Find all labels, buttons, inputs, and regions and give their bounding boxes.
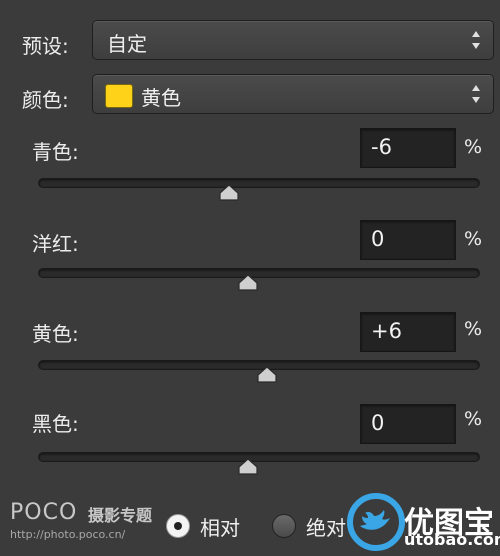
slider-thumb-icon[interactable] xyxy=(218,184,240,202)
color-swatch xyxy=(105,84,133,108)
cyan-percent: % xyxy=(464,136,483,158)
watermark-utobao-url: utobao.com xyxy=(404,530,500,549)
updown-arrows-icon xyxy=(471,30,481,50)
yellow-percent: % xyxy=(464,318,483,340)
magenta-value-field[interactable]: 0 xyxy=(360,220,456,260)
colors-label: 颜色: xyxy=(22,88,69,112)
colors-value: 黄色 xyxy=(141,86,181,110)
watermark-poco-sub: 摄影专题 xyxy=(88,506,153,525)
cyan-value-field[interactable]: -6 xyxy=(360,128,456,168)
black-percent: % xyxy=(464,408,483,430)
magenta-percent: % xyxy=(464,228,483,250)
preset-label: 预设: xyxy=(22,34,69,58)
magenta-label: 洋红: xyxy=(32,232,79,256)
relative-radio[interactable] xyxy=(166,514,190,538)
magenta-slider-track[interactable] xyxy=(38,268,480,278)
black-value-field[interactable]: 0 xyxy=(360,404,456,444)
absolute-label: 绝对 xyxy=(306,516,346,540)
cyan-label: 青色: xyxy=(32,140,79,164)
colors-select[interactable]: 黄色 xyxy=(92,74,494,114)
relative-label: 相对 xyxy=(200,516,240,540)
bird-logo-icon xyxy=(346,492,406,556)
slider-thumb-icon[interactable] xyxy=(237,458,259,476)
absolute-radio[interactable] xyxy=(272,514,296,538)
yellow-value-field[interactable]: +6 xyxy=(360,312,456,352)
preset-select[interactable]: 自定 xyxy=(92,20,494,60)
black-label: 黑色: xyxy=(32,412,79,436)
cyan-slider-track[interactable] xyxy=(38,178,480,188)
updown-arrows-icon xyxy=(471,84,481,104)
selective-color-panel: 预设: 自定 颜色: 黄色 青色: -6 % 洋红: 0 % 黄色: +6 % … xyxy=(0,0,500,552)
slider-thumb-icon[interactable] xyxy=(237,274,259,292)
slider-thumb-icon[interactable] xyxy=(256,366,278,384)
black-slider-track[interactable] xyxy=(38,452,480,462)
preset-value: 自定 xyxy=(107,32,147,56)
yellow-label: 黄色: xyxy=(32,322,79,346)
watermark-poco: POCO xyxy=(10,500,78,525)
watermark-poco-url: http://photo.poco.cn/ xyxy=(10,528,126,541)
